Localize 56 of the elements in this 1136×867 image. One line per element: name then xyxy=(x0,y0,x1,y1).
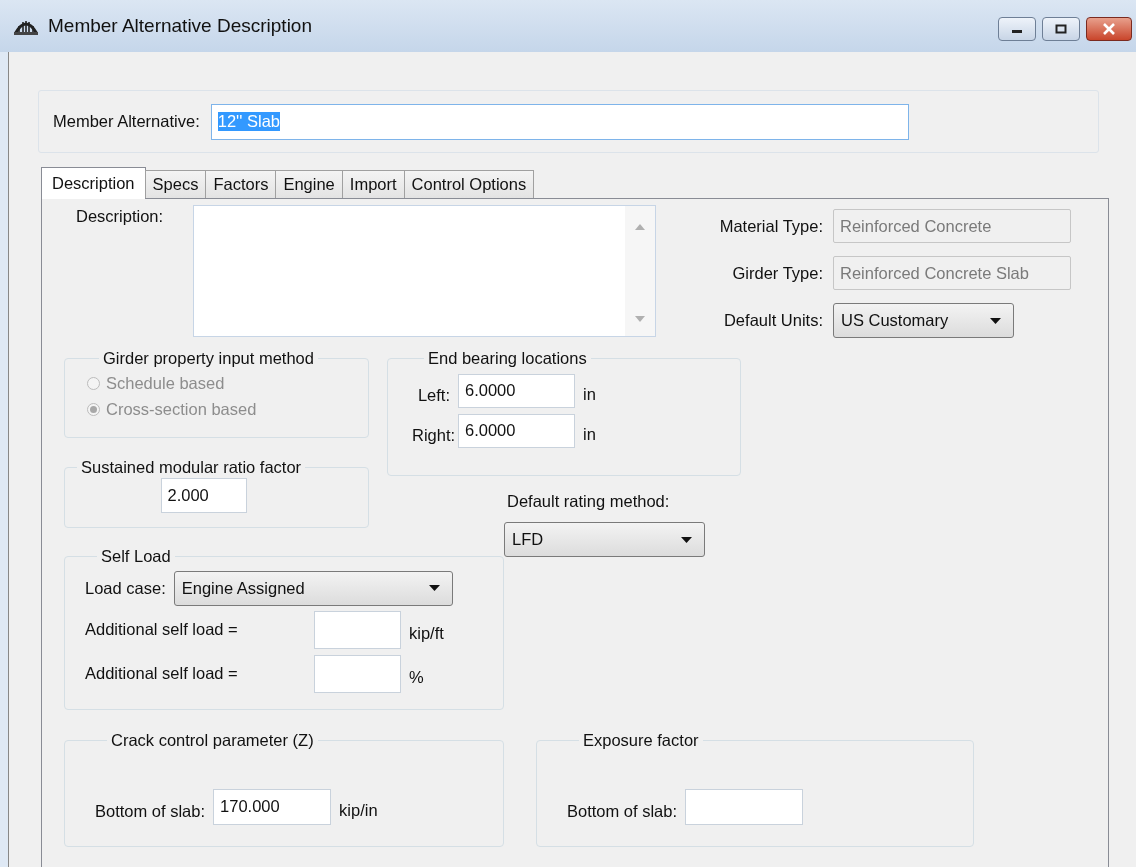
input-field[interactable]: 2.000 xyxy=(160,477,247,513)
units-dropdown[interactable]: US Customary xyxy=(833,303,1014,338)
tab[interactable]: Description xyxy=(41,167,146,199)
scroll-down-icon xyxy=(635,316,645,322)
field-label: Description: xyxy=(75,207,165,226)
unit-label: % xyxy=(409,668,424,687)
field-label: Bottom of slab: xyxy=(567,802,678,821)
unit-label: in xyxy=(583,385,596,404)
scroll-up-icon xyxy=(635,224,645,230)
field-label: Additional self load = xyxy=(85,664,239,683)
field-label: Bottom of slab: xyxy=(95,802,206,821)
close-button[interactable] xyxy=(1086,17,1132,41)
scrollbar[interactable] xyxy=(625,206,655,336)
input-field[interactable]: 6.0000 xyxy=(458,373,575,408)
field-label: Additional self load = xyxy=(85,620,239,639)
group-title: Self Load xyxy=(100,548,172,565)
radio-label: Schedule based xyxy=(106,374,225,393)
group-title: Exposure factor xyxy=(582,732,700,749)
readonly-field: Reinforced Concrete Slab xyxy=(833,256,1071,290)
minimize-button[interactable] xyxy=(998,17,1036,41)
tab[interactable]: Control Options xyxy=(403,170,535,198)
unit-label: in xyxy=(583,425,596,444)
field-label: Girder Type: xyxy=(731,263,823,283)
description-field[interactable] xyxy=(193,205,656,337)
field-label: Default rating method: xyxy=(507,492,671,511)
maximize-icon xyxy=(1055,24,1067,34)
maximize-button[interactable] xyxy=(1042,17,1080,41)
input-field[interactable] xyxy=(685,788,804,825)
field-label: Left: xyxy=(416,386,450,405)
field-label: Load case: xyxy=(85,578,166,598)
input-field[interactable] xyxy=(314,610,401,649)
group-title: Crack control parameter (Z) xyxy=(110,732,315,749)
close-icon xyxy=(1102,23,1116,35)
unit-label: kip/ft xyxy=(409,624,444,643)
radio-label: Cross-section based xyxy=(106,400,257,419)
caret-icon xyxy=(990,317,1001,324)
input-field[interactable]: 170.000 xyxy=(213,788,332,825)
readonly-field: Reinforced Concrete xyxy=(833,209,1071,243)
tab[interactable]: Import xyxy=(341,170,405,198)
field-label: Material Type: xyxy=(718,216,823,236)
rating-method-dropdown[interactable]: LFD xyxy=(504,522,705,557)
field-label: Default Units: xyxy=(722,311,823,330)
load-case-dropdown[interactable]: Engine Assigned xyxy=(173,570,453,606)
group-title: Girder property input method xyxy=(102,350,315,367)
input-field[interactable] xyxy=(314,654,401,693)
input-field[interactable]: 6.0000 xyxy=(458,413,575,448)
caret-icon xyxy=(681,536,692,543)
unit-label: kip/in xyxy=(339,801,378,820)
window-title: Member Alternative Description xyxy=(48,15,312,37)
group-title: Sustained modular ratio factor xyxy=(80,459,303,476)
caret-icon xyxy=(428,585,440,591)
group-title: End bearing locations xyxy=(427,350,588,367)
tab[interactable]: Factors xyxy=(205,170,277,198)
field-label: Member Alternative: xyxy=(53,112,200,131)
tab[interactable]: Specs xyxy=(144,170,207,198)
tab[interactable]: Engine xyxy=(275,170,343,198)
